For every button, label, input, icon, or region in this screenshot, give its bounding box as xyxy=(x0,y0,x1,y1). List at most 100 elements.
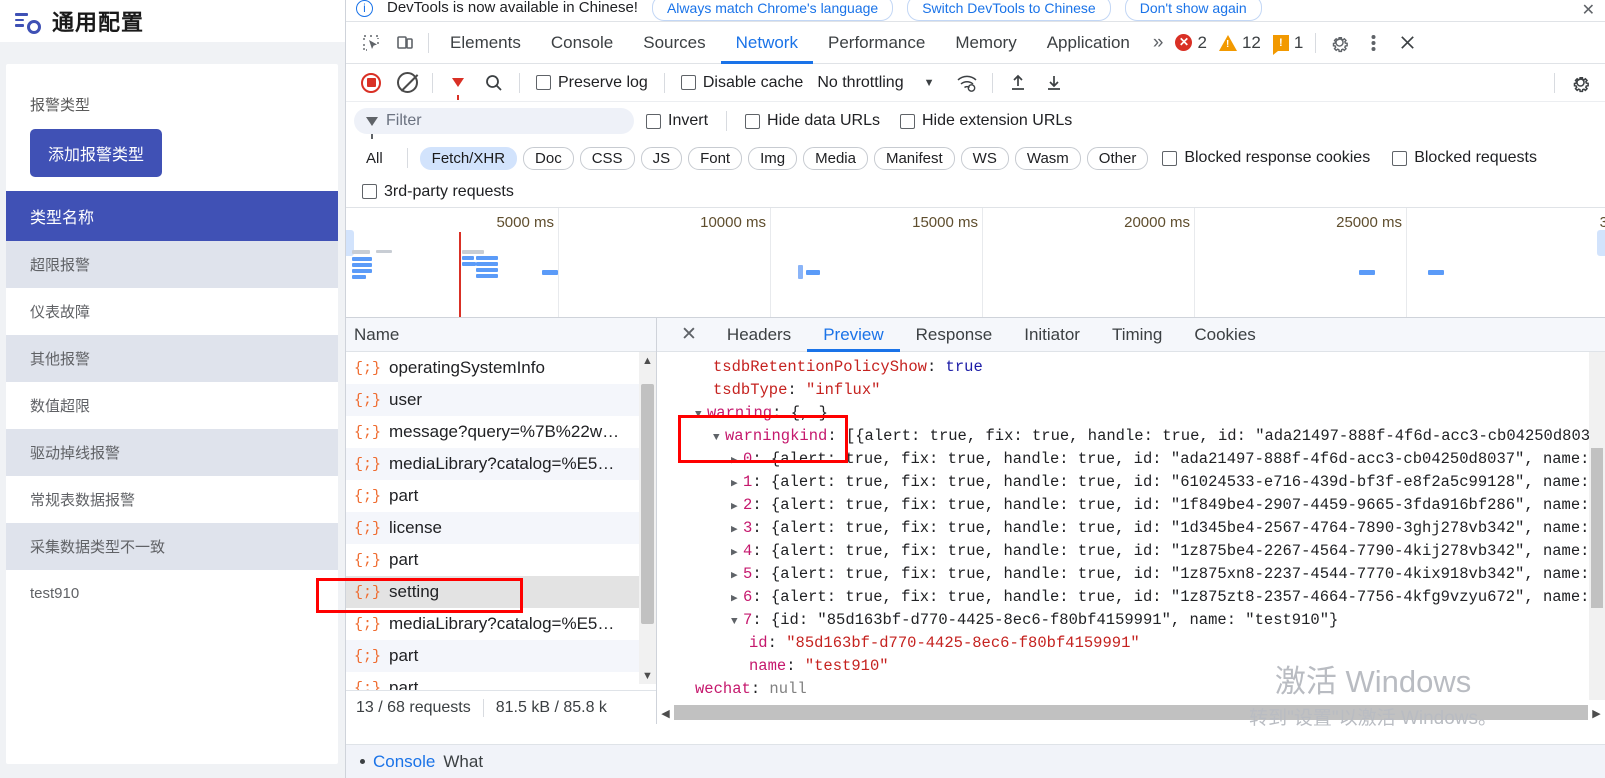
request-list-column-name[interactable]: Name xyxy=(346,318,656,352)
type-filter-js[interactable]: JS xyxy=(640,146,683,170)
tab-sources[interactable]: Sources xyxy=(628,22,720,64)
table-row[interactable]: 驱动掉线报警 xyxy=(6,429,338,476)
settings-gear-icon[interactable] xyxy=(1322,28,1356,58)
detail-tab-initiator[interactable]: Initiator xyxy=(1008,318,1096,352)
chevron-down-icon[interactable]: ▼ xyxy=(906,77,949,89)
detail-tab-headers[interactable]: Headers xyxy=(711,318,807,352)
blocked-requests-checkbox[interactable]: Blocked requests xyxy=(1384,149,1545,167)
request-row[interactable]: {;} operatingSystemInfo xyxy=(346,352,656,384)
json-array-item[interactable]: ▶ 1: {alert: true, fix: true, handle: tru… xyxy=(695,471,1605,494)
tab-network[interactable]: Network xyxy=(721,22,813,64)
tab-elements[interactable]: Elements xyxy=(435,22,536,64)
request-row[interactable]: {;} part xyxy=(346,544,656,576)
hide-extension-urls-checkbox[interactable]: Hide extension URLs xyxy=(892,112,1080,130)
invert-checkbox[interactable]: Invert xyxy=(638,112,716,130)
table-row[interactable]: 超限报警 xyxy=(6,241,338,288)
warning-count[interactable]: 12 xyxy=(1213,33,1267,53)
expand-triangle-icon[interactable]: ▶ xyxy=(731,542,743,565)
json-array-item-expanded[interactable]: ▼ 7: {id: "85d163bf-d770-4425-8ec6-f80bf4… xyxy=(695,609,1605,632)
filter-toggle-icon[interactable] xyxy=(441,68,475,100)
type-filter-wasm[interactable]: Wasm xyxy=(1014,146,1081,170)
network-settings-gear-icon[interactable] xyxy=(1563,68,1597,98)
export-har-icon[interactable] xyxy=(1037,68,1071,98)
request-row-setting[interactable]: {;} setting xyxy=(346,576,656,608)
console-link[interactable]: Console xyxy=(373,752,435,772)
device-toolbar-icon[interactable] xyxy=(388,28,422,58)
detail-tab-cookies[interactable]: Cookies xyxy=(1178,318,1271,352)
collapse-triangle-icon[interactable]: ▼ xyxy=(731,611,743,634)
json-array-item[interactable]: ▶ 4: {alert: true, fix: true, handle: tru… xyxy=(695,540,1605,563)
request-row[interactable]: {;} part xyxy=(346,640,656,672)
type-filter-media[interactable]: Media xyxy=(803,146,868,170)
expand-triangle-icon[interactable]: ▼ xyxy=(695,404,707,427)
close-devtools-icon[interactable] xyxy=(1390,28,1424,58)
scroll-right-icon[interactable]: ▶ xyxy=(1588,702,1605,724)
clear-button[interactable] xyxy=(390,68,424,98)
import-har-icon[interactable] xyxy=(1001,68,1035,98)
request-row[interactable]: {;} message?query=%7B%22w… xyxy=(346,416,656,448)
detail-tab-preview[interactable]: Preview xyxy=(807,318,899,352)
third-party-requests-checkbox[interactable]: 3rd-party requests xyxy=(354,183,522,201)
more-tabs-icon[interactable]: » xyxy=(1145,32,1170,54)
expand-triangle-icon[interactable]: ▶ xyxy=(731,519,743,542)
type-filter-manifest[interactable]: Manifest xyxy=(873,146,955,170)
request-list-scrollbar[interactable]: ▲ ▼ xyxy=(639,352,656,684)
type-filter-ws[interactable]: WS xyxy=(960,146,1009,170)
json-array-item[interactable]: ▶ 2: {alert: true, fix: true, handle: tru… xyxy=(695,494,1605,517)
filter-input[interactable]: Filter xyxy=(354,108,634,139)
more-options-icon[interactable] xyxy=(1356,28,1390,58)
inspect-element-icon[interactable] xyxy=(354,28,388,58)
table-row[interactable]: 其他报警 xyxy=(6,335,338,382)
record-button[interactable] xyxy=(354,68,388,98)
json-line-warning[interactable]: ▼ warning: {,…} xyxy=(695,402,1605,425)
banner-close-icon[interactable]: ✕ xyxy=(1582,0,1595,20)
tab-application[interactable]: Application xyxy=(1032,22,1145,64)
throttling-select[interactable]: No throttling xyxy=(813,74,903,92)
detail-horizontal-scrollbar[interactable]: ◀ ▶ xyxy=(657,702,1605,724)
scrollbar-thumb[interactable] xyxy=(641,384,654,624)
table-row[interactable]: 采集数据类型不一致 xyxy=(6,523,338,570)
request-row[interactable]: {;} mediaLibrary?catalog=%E5… xyxy=(346,448,656,480)
json-array-item[interactable]: ▶ 6: {alert: true, fix: true, handle: tru… xyxy=(695,586,1605,609)
detail-vertical-scrollbar[interactable] xyxy=(1589,352,1605,700)
type-filter-all[interactable]: All xyxy=(354,146,395,170)
json-preview[interactable]: tsdbRetentionPolicyShow: true tsdbType: … xyxy=(657,352,1605,700)
request-row[interactable]: {;} license xyxy=(346,512,656,544)
search-icon[interactable] xyxy=(477,68,511,98)
scrollbar-thumb[interactable] xyxy=(1591,448,1603,608)
tab-performance[interactable]: Performance xyxy=(813,22,940,64)
table-row[interactable]: 仪表故障 xyxy=(6,288,338,335)
network-overview-timeline[interactable]: 5000 ms 10000 ms 15000 ms 20000 ms 25000… xyxy=(346,208,1605,318)
table-row[interactable]: 数值超限 xyxy=(6,382,338,429)
request-row[interactable]: {;} mediaLibrary?catalog=%E5… xyxy=(346,608,656,640)
scroll-left-icon[interactable]: ◀ xyxy=(657,702,674,724)
type-filter-doc[interactable]: Doc xyxy=(523,146,574,170)
scroll-down-icon[interactable]: ▼ xyxy=(639,667,656,684)
type-filter-img[interactable]: Img xyxy=(748,146,798,170)
expand-triangle-icon[interactable]: ▶ xyxy=(731,496,743,519)
add-alarm-type-button[interactable]: 添加报警类型 xyxy=(30,129,163,177)
table-row[interactable]: 常规表数据报警 xyxy=(6,476,338,523)
blocked-response-cookies-checkbox[interactable]: Blocked response cookies xyxy=(1154,149,1378,167)
issues-count[interactable]: ! 1 xyxy=(1267,33,1309,55)
json-array-item[interactable]: ▶ 3: {alert: true, fix: true, handle: tru… xyxy=(695,517,1605,540)
tab-memory[interactable]: Memory xyxy=(940,22,1031,64)
type-filter-font[interactable]: Font xyxy=(688,146,743,170)
preserve-log-checkbox[interactable]: Preserve log xyxy=(528,74,656,92)
tab-console[interactable]: Console xyxy=(536,22,628,64)
request-row[interactable]: {;} user xyxy=(346,384,656,416)
network-conditions-icon[interactable] xyxy=(950,68,984,98)
hide-data-urls-checkbox[interactable]: Hide data URLs xyxy=(737,112,888,130)
console-drawer[interactable]: Console What xyxy=(346,744,1605,778)
json-array-item[interactable]: ▶ 0: {alert: true, fix: true, handle: tru… xyxy=(695,448,1605,471)
json-array-item[interactable]: ▶ 5: {alert: true, fix: true, handle: tru… xyxy=(695,563,1605,586)
expand-triangle-icon[interactable]: ▼ xyxy=(713,427,725,450)
close-detail-icon[interactable]: ✕ xyxy=(667,323,711,346)
json-line-warningkind[interactable]: ▼ warningkind: [{alert: true, fix: true, … xyxy=(695,425,1605,448)
type-filter-css[interactable]: CSS xyxy=(579,146,635,170)
detail-tab-response[interactable]: Response xyxy=(900,318,1009,352)
expand-triangle-icon[interactable]: ▶ xyxy=(731,473,743,496)
scroll-up-icon[interactable]: ▲ xyxy=(639,352,656,369)
scrollbar-thumb[interactable] xyxy=(674,705,1588,720)
request-row[interactable]: {;} part xyxy=(346,480,656,512)
